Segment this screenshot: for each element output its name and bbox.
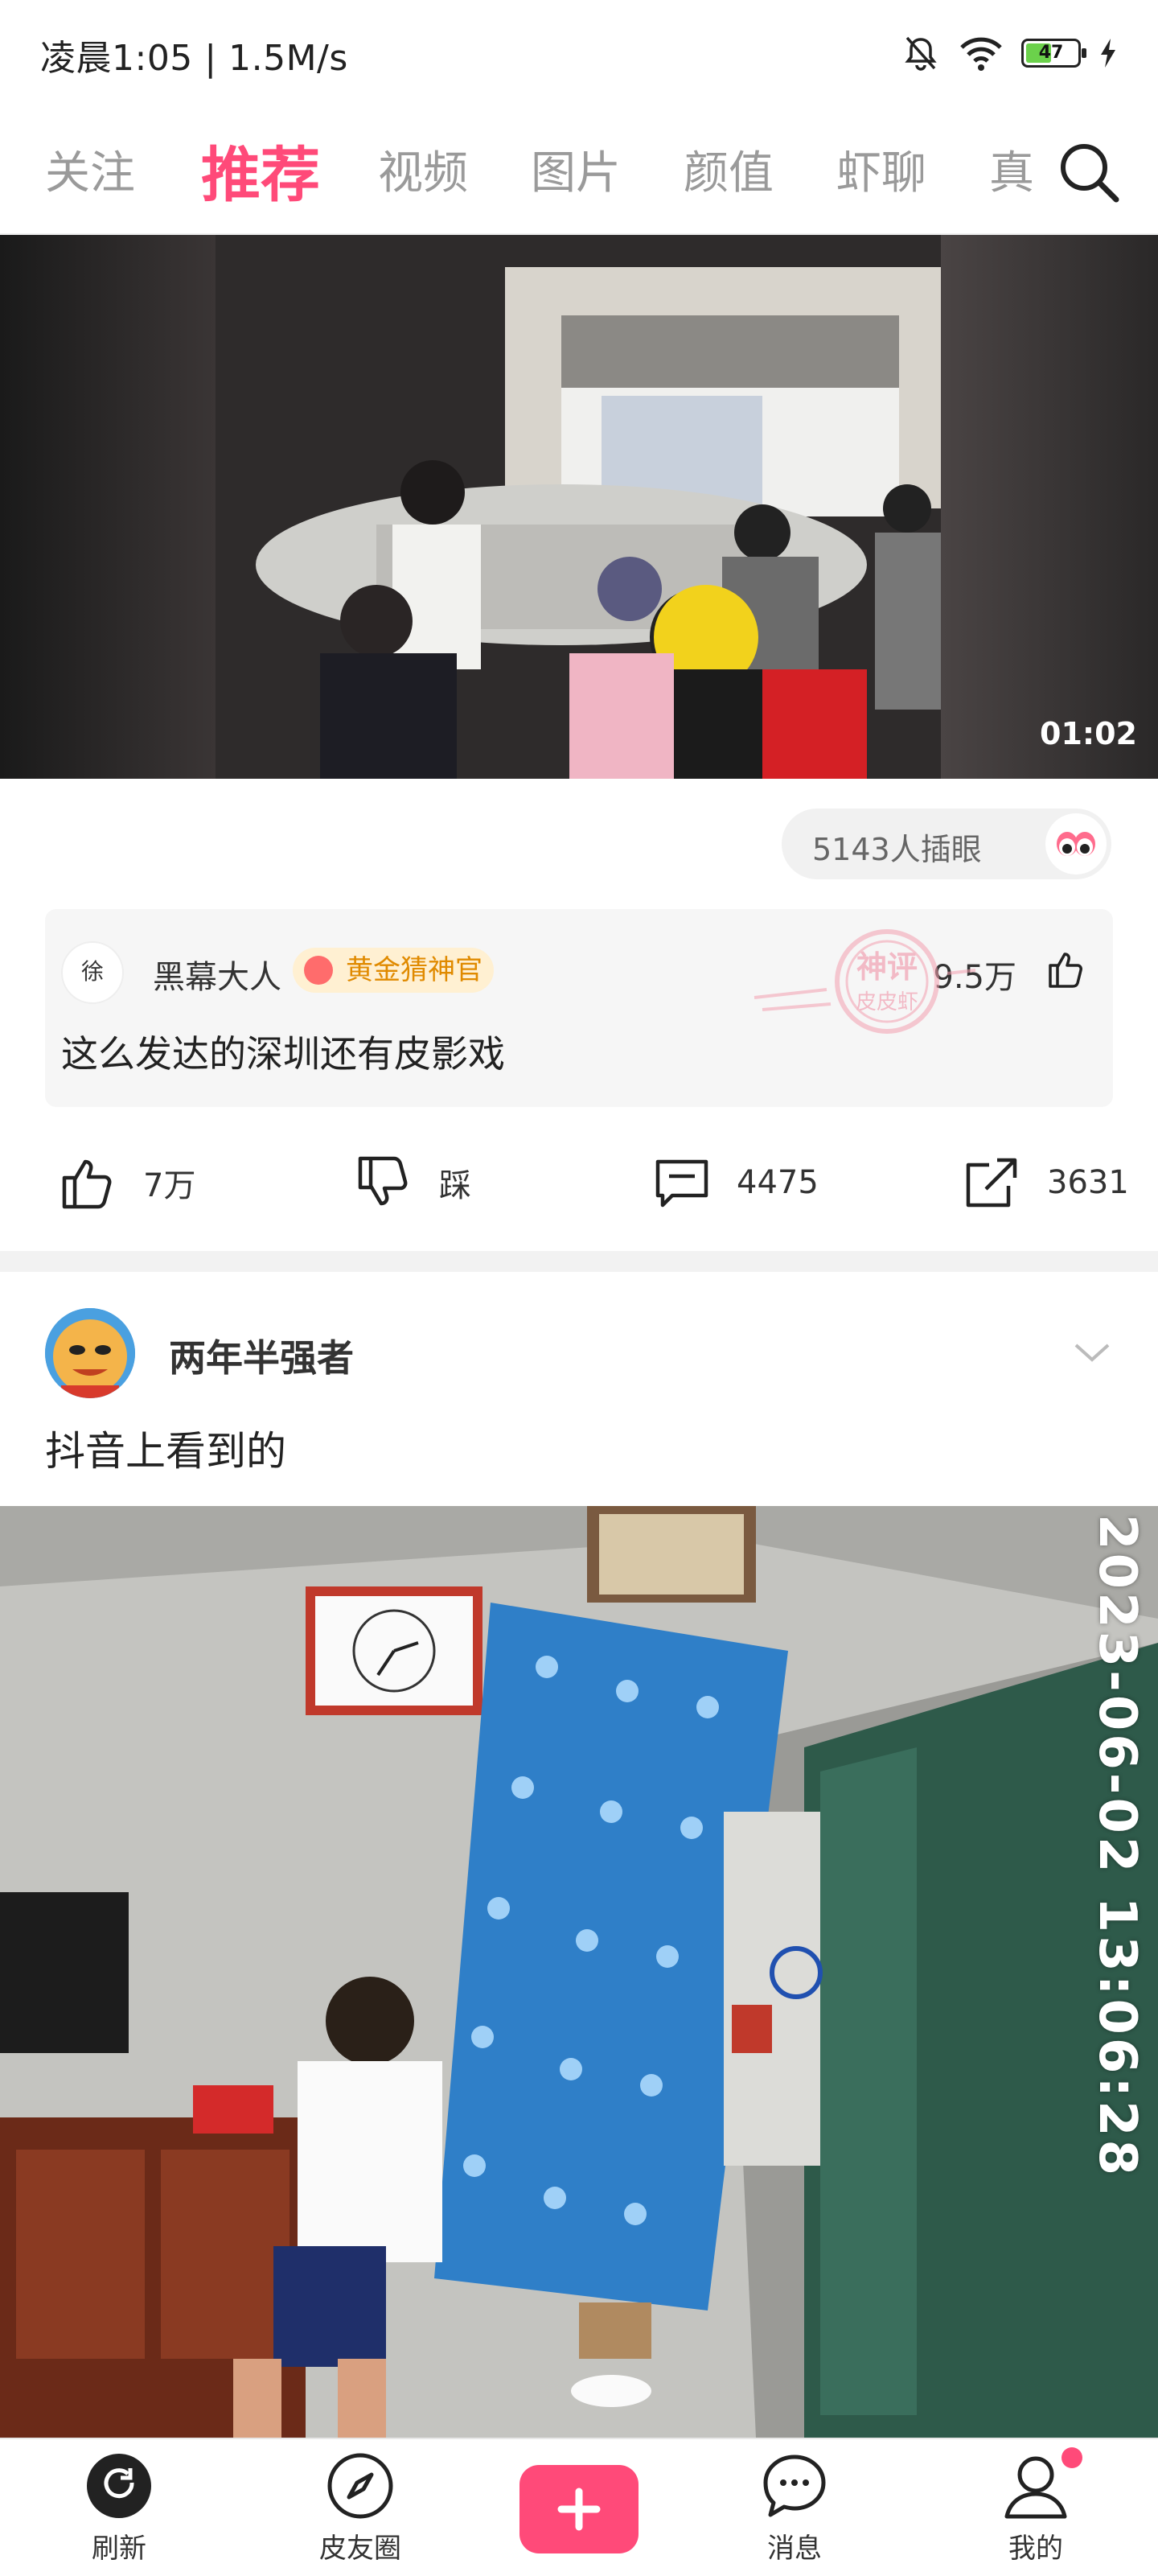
refresh-icon [87,2454,151,2518]
svg-text:皮皮虾: 皮皮虾 [856,990,918,1014]
tab-follow[interactable]: 关注 [45,137,135,202]
video-player-2[interactable]: 2023-06-02 13:06:28 [0,1506,1158,2438]
thumbs-down-icon [358,1156,408,1206]
share-button[interactable]: 3631 [962,1150,1129,1215]
bottom-nav: 刷新 皮友圈 消息 我的 [0,2438,1158,2576]
commenter-name[interactable]: 黑幕大人 [153,951,281,998]
status-bar: 凌晨1:05 | 1.5M/s 47 [0,0,1158,105]
post-actions: 7万 踩 4475 3631 [0,1126,1158,1239]
nav-circle[interactable]: 皮友圈 [296,2450,425,2566]
post-divider [0,1251,1158,1272]
commenter-badge: 黄金猜神官 [293,948,494,993]
video-duration: 01:02 [1040,716,1137,751]
create-post-button[interactable] [519,2465,639,2553]
nav-profile[interactable]: 我的 [971,2450,1100,2566]
poster-avatar[interactable] [45,1308,135,1398]
dislike-label: 踩 [439,1167,471,1204]
badge-icon [304,956,333,985]
eyes-icon [1045,813,1107,874]
svg-text:神评: 神评 [856,949,918,985]
tab-images[interactable]: 图片 [531,137,621,202]
video-thumbnail [216,235,941,779]
video-thumbnail [0,1506,1158,2438]
search-icon[interactable] [1053,137,1126,209]
tab-chat[interactable]: 虾聊 [836,137,926,202]
wifi-icon [960,37,1002,71]
notification-dot [1062,2447,1082,2468]
dislike-button[interactable]: 踩 [354,1150,471,1215]
chevron-down-icon[interactable] [1071,1335,1113,1368]
message-icon [763,2455,826,2517]
tab-real[interactable]: 真 [989,137,1034,202]
tab-looks[interactable]: 颜值 [684,137,774,202]
status-icons: 47 [901,29,1118,77]
thumbs-up-icon[interactable] [1044,946,1089,991]
status-time: 凌晨1:05 | 1.5M/s [40,38,348,79]
comment-text: 这么发达的深圳还有皮影戏 [61,1032,505,1076]
watch-count-text: 5143人插眼 [812,832,982,867]
comment-icon [655,1159,708,1208]
video-timestamp: 2023-06-02 13:06:28 [1087,1514,1147,2179]
nav-messages[interactable]: 消息 [730,2450,859,2566]
plus-icon [557,2488,601,2531]
charging-icon [1101,39,1115,68]
thumbs-up-icon [62,1159,112,1209]
watch-count-pill[interactable]: 5143人插眼 [782,809,1111,879]
commenter-avatar[interactable]: 徐 [61,941,124,1004]
comment-count: 4475 [737,1164,819,1201]
share-icon [966,1158,1017,1208]
category-tabs: 关注 推荐 视频 图片 颜值 虾聊 真 [0,121,1158,235]
mute-bell-icon [905,36,937,71]
nav-refresh[interactable]: 刷新 [55,2450,183,2566]
poster-name[interactable]: 两年半强者 [169,1329,354,1382]
god-comment-stamp: 神评 皮皮虾 [754,929,976,1034]
post-text: 抖音上看到的 [45,1428,286,1475]
video-player-1[interactable]: 01:02 [0,235,1158,779]
like-button[interactable]: 7万 [58,1150,195,1215]
compass-icon [327,2453,393,2519]
battery-icon: 47 [1021,39,1086,68]
share-count: 3631 [1047,1164,1129,1201]
like-count: 7万 [143,1167,196,1204]
user-icon [1004,2456,1067,2519]
tab-recommend[interactable]: 推荐 [201,127,320,213]
tab-video[interactable]: 视频 [378,137,468,202]
comment-button[interactable]: 4475 [651,1150,819,1215]
